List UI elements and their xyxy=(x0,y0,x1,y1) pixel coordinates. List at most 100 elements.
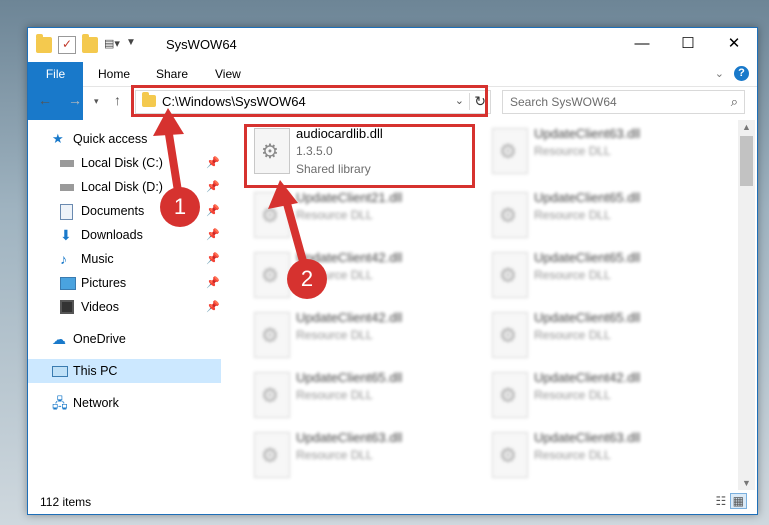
dll-file-icon xyxy=(492,252,528,298)
search-placeholder: Search SysWOW64 xyxy=(510,95,617,109)
sidebar-item-local-disk-c[interactable]: Local Disk (C:) 📌 xyxy=(28,151,221,175)
music-icon: ♪ xyxy=(60,251,67,267)
address-bar[interactable]: C:\Windows\SysWOW64 ⌄ ↻ xyxy=(135,90,491,114)
file-name: UpdateClient63.dll xyxy=(534,126,641,141)
file-description: Resource DLL xyxy=(534,328,611,342)
recent-locations-icon[interactable]: ▾ xyxy=(94,96,99,107)
vertical-scrollbar[interactable]: ▲ ▼ xyxy=(738,120,755,490)
dll-file-icon xyxy=(254,312,290,358)
file-item[interactable]: UpdateClient63.dll Resource DLL xyxy=(484,122,714,180)
refresh-icon[interactable]: ↻ xyxy=(469,93,486,110)
properties-icon[interactable]: ✓ xyxy=(58,36,76,54)
address-path[interactable]: C:\Windows\SysWOW64 xyxy=(162,94,306,109)
dll-file-icon xyxy=(492,432,528,478)
file-name: audiocardlib.dll xyxy=(296,126,383,141)
minimize-button[interactable]: — xyxy=(619,28,665,60)
file-name: UpdateClient65.dll xyxy=(534,310,641,325)
file-item[interactable]: UpdateClient42.dll Resource DLL xyxy=(484,366,714,424)
pin-icon[interactable]: 📌 xyxy=(206,151,220,175)
folder-icon xyxy=(142,92,156,107)
file-item[interactable]: UpdateClient42.dll Resource DLL xyxy=(246,246,476,304)
window-title: SysWOW64 xyxy=(166,37,237,52)
back-arrow-icon[interactable]: ← xyxy=(38,92,52,108)
tab-share[interactable]: Share xyxy=(156,62,188,86)
file-description: Resource DLL xyxy=(296,208,373,222)
sidebar-item-downloads[interactable]: ⬇ Downloads 📌 xyxy=(28,223,221,247)
scrollbar-thumb[interactable] xyxy=(740,136,753,186)
help-icon[interactable]: ? xyxy=(734,66,749,81)
dll-file-icon xyxy=(254,128,290,174)
network-icon: 🖧 xyxy=(52,395,68,411)
forward-arrow-icon[interactable]: → xyxy=(68,92,82,108)
maximize-button[interactable]: ☐ xyxy=(665,28,711,60)
file-description: Resource DLL xyxy=(534,268,611,282)
file-description: Resource DLL xyxy=(534,388,611,402)
expand-ribbon-icon[interactable]: ⌄ xyxy=(715,67,724,80)
computer-icon xyxy=(52,366,68,377)
close-button[interactable]: ✕ xyxy=(711,28,757,60)
file-item[interactable]: UpdateClient65.dll Resource DLL xyxy=(484,186,714,244)
tab-home[interactable]: Home xyxy=(98,62,130,86)
sidebar-item-label: This PC xyxy=(73,364,118,378)
file-item[interactable]: UpdateClient65.dll Resource DLL xyxy=(484,306,714,364)
ribbon-tabs: File Home Share View ⌄ ? xyxy=(28,62,757,120)
new-folder-icon[interactable] xyxy=(82,34,98,53)
file-item[interactable]: UpdateClient65.dll Resource DLL xyxy=(246,366,476,424)
large-icons-view-icon[interactable]: ▦ xyxy=(729,493,747,509)
scroll-down-icon[interactable]: ▼ xyxy=(742,478,751,488)
sidebar-item-quick-access[interactable]: ★ Quick access xyxy=(28,127,221,151)
file-item[interactable]: UpdateClient21.dll Resource DLL xyxy=(246,186,476,244)
sidebar-item-this-pc[interactable]: This PC xyxy=(28,359,221,383)
file-name: UpdateClient42.dll xyxy=(534,370,641,385)
up-arrow-icon[interactable]: ↑ xyxy=(114,92,121,108)
sidebar-item-network[interactable]: 🖧 Network xyxy=(28,391,221,415)
dll-file-icon xyxy=(254,432,290,478)
sidebar-item-pictures[interactable]: Pictures 📌 xyxy=(28,271,221,295)
file-name: UpdateClient21.dll xyxy=(296,190,403,205)
file-item[interactable]: UpdateClient63.dll Resource DLL xyxy=(246,426,476,484)
chevron-down-icon[interactable]: ⌄ xyxy=(455,94,464,107)
item-count: 112 items xyxy=(40,495,92,509)
pin-icon[interactable]: 📌 xyxy=(206,199,220,223)
pin-icon[interactable]: 📌 xyxy=(206,271,220,295)
search-icon[interactable]: ⌕ xyxy=(731,94,738,110)
file-name: UpdateClient65.dll xyxy=(534,190,641,205)
step-badge-1: 1 xyxy=(160,187,200,227)
dll-file-icon xyxy=(492,312,528,358)
scroll-up-icon[interactable]: ▲ xyxy=(742,122,751,132)
pin-icon[interactable]: 📌 xyxy=(206,175,220,199)
sidebar-item-label: OneDrive xyxy=(73,332,126,346)
customize-toolbar-icon[interactable]: ▤▾ xyxy=(104,37,120,53)
file-name: UpdateClient65.dll xyxy=(296,370,403,385)
search-input[interactable]: Search SysWOW64 ⌕ xyxy=(502,90,745,114)
tab-view[interactable]: View xyxy=(215,62,241,86)
chevron-down-icon[interactable]: ▼ xyxy=(126,37,142,53)
sidebar-item-label: Documents xyxy=(81,204,145,218)
file-item[interactable]: UpdateClient65.dll Resource DLL xyxy=(484,246,714,304)
sidebar-item-label: Quick access xyxy=(73,132,148,146)
file-item[interactable]: UpdateClient63.dll Resource DLL xyxy=(484,426,714,484)
pin-icon[interactable]: 📌 xyxy=(206,295,220,319)
file-explorer-window: ✓ ▤▾ ▼ SysWOW64 — ☐ ✕ File Home Share Vi… xyxy=(27,27,758,515)
sidebar-item-label: Network xyxy=(73,396,119,410)
sidebar-item-onedrive[interactable]: ☁ OneDrive xyxy=(28,327,221,351)
status-bar: 112 items ☷ ▦ xyxy=(28,490,757,514)
sidebar-item-music[interactable]: ♪ Music 📌 xyxy=(28,247,221,271)
dll-file-icon xyxy=(254,372,290,418)
file-description: Resource DLL xyxy=(296,388,373,402)
file-item-audiocardlib[interactable]: audiocardlib.dll 1.3.5.0 Shared library xyxy=(246,122,476,180)
videos-icon xyxy=(60,300,74,314)
pin-icon[interactable]: 📌 xyxy=(206,247,220,271)
download-icon: ⬇ xyxy=(60,227,72,243)
sidebar-item-label: Videos xyxy=(81,300,119,314)
sidebar-item-videos[interactable]: Videos 📌 xyxy=(28,295,221,319)
file-item[interactable]: UpdateClient42.dll Resource DLL xyxy=(246,306,476,364)
file-description: Resource DLL xyxy=(534,208,611,222)
file-description: Resource DLL xyxy=(296,448,373,462)
file-name: UpdateClient63.dll xyxy=(296,430,403,445)
pin-icon[interactable]: 📌 xyxy=(206,223,220,247)
details-view-icon[interactable]: ☷ xyxy=(716,494,727,508)
navigation-pane: ★ Quick access Local Disk (C:) 📌 Local D… xyxy=(28,120,221,490)
cloud-icon: ☁ xyxy=(52,331,66,347)
title-bar: ✓ ▤▾ ▼ SysWOW64 — ☐ ✕ xyxy=(28,28,757,62)
